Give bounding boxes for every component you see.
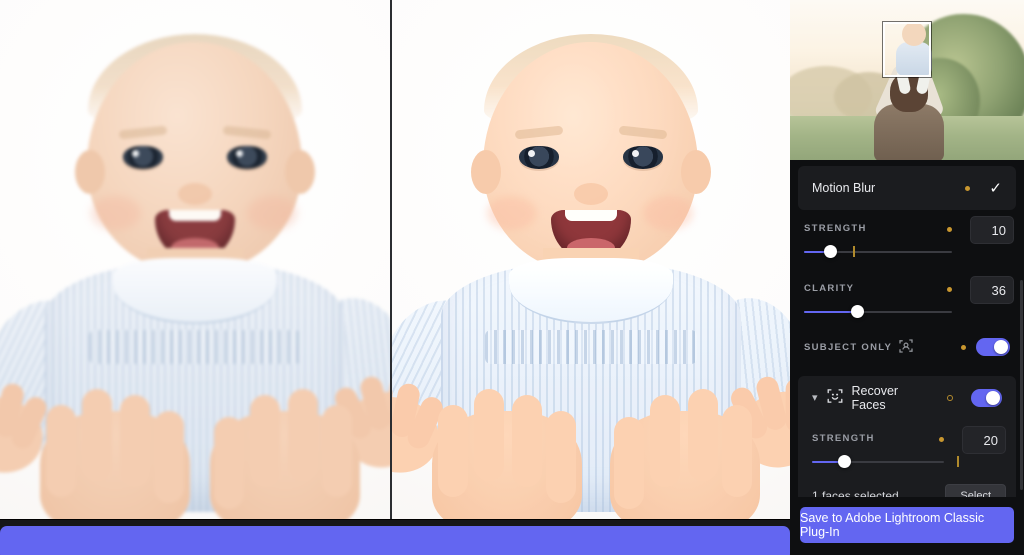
recover-faces-strength-label: STRENGTH (812, 432, 875, 444)
recover-faces-strength-value[interactable]: 20 (962, 426, 1006, 454)
motion-blur-clarity-dot (947, 287, 952, 292)
recover-faces-strength-slider[interactable] (812, 455, 1002, 469)
adult-hand-right (209, 389, 360, 519)
panel-scroll-area: Motion Blur ✓ STRENGTH 10 CLARITY 36 SUB… (790, 160, 1024, 497)
app-window: Preview Updated (0, 0, 1024, 555)
motion-blur-clarity-knob[interactable] (850, 305, 864, 318)
motion-blur-strength-value[interactable]: 10 (970, 216, 1014, 244)
subject-only-toggle[interactable] (976, 338, 1010, 356)
motion-blur-clarity-value[interactable]: 36 (970, 276, 1014, 304)
image-pane-after[interactable] (391, 0, 790, 519)
chevron-down-icon[interactable]: ▾ (812, 392, 818, 404)
motion-blur-clarity-row: CLARITY 36 (790, 270, 1024, 330)
bottom-toolbar: Preview Updated (0, 519, 790, 555)
subject-only-label: SUBJECT ONLY (804, 341, 893, 353)
recover-faces-header[interactable]: ▾ Recover Faces (798, 376, 1016, 420)
image-viewer[interactable]: Preview Updated (0, 0, 790, 555)
photo-before (0, 0, 390, 519)
motion-blur-strength-knob[interactable] (824, 245, 838, 258)
motion-blur-strength-row: STRENGTH 10 (790, 210, 1024, 270)
recover-faces-strength-tick (957, 456, 960, 467)
motion-blur-strength-dot (947, 227, 952, 232)
photo-after (391, 0, 790, 519)
motion-blur-status-dot (965, 185, 971, 191)
baby-smocking (88, 330, 301, 364)
recover-faces-strength-dot (939, 437, 944, 442)
motion-blur-strength-label: STRENGTH (804, 222, 867, 234)
faces-selected-row: 1 faces selected Select (798, 480, 1016, 497)
motion-blur-controls: STRENGTH 10 CLARITY 36 SUBJECT ONLY (790, 210, 1024, 370)
recover-faces-dot (946, 395, 953, 401)
navigator-viewport-rect[interactable] (883, 22, 931, 77)
save-to-lightroom-button[interactable]: Save to Adobe Lightroom Classic Plug-In (800, 507, 1014, 543)
recover-faces-strength-knob[interactable] (838, 455, 852, 468)
progress-bar-fill (0, 526, 790, 555)
motion-blur-strength-tick (852, 246, 855, 257)
recover-faces-card[interactable]: ▾ Recover Faces STRENGTH 20 1 faces sele… (798, 376, 1016, 497)
baby-eye-left (122, 146, 163, 169)
subject-select-icon[interactable] (899, 338, 913, 356)
motion-blur-strength-slider[interactable] (804, 245, 1010, 259)
baby-nose (177, 183, 212, 205)
baby-cheek-right (246, 196, 297, 230)
save-button-container: Save to Adobe Lightroom Classic Plug-In (790, 497, 1024, 555)
subject-only-dot (961, 344, 966, 350)
adult-hand-left (40, 389, 190, 519)
right-panel: Motion Blur ✓ STRENGTH 10 CLARITY 36 SUB… (790, 0, 1024, 555)
recover-faces-title: Recover Faces (851, 384, 899, 412)
progress-bar (0, 526, 790, 555)
navigator-thumbnail[interactable] (790, 0, 1024, 160)
motion-blur-clarity-slider[interactable] (804, 305, 1010, 319)
image-pane-before[interactable] (0, 0, 390, 519)
baby-ear-left (74, 150, 105, 194)
motion-blur-header[interactable]: Motion Blur ✓ (798, 166, 1016, 210)
recover-faces-strength-row: STRENGTH 20 (798, 420, 1016, 480)
motion-blur-clarity-label: CLARITY (804, 282, 855, 294)
baby-ear-right (284, 150, 315, 194)
select-faces-button[interactable]: Select (945, 484, 1006, 497)
motion-blur-card[interactable]: Motion Blur ✓ (798, 166, 1016, 210)
face-detect-icon (827, 388, 843, 409)
motion-blur-title: Motion Blur (812, 181, 876, 195)
check-icon[interactable]: ✓ (989, 181, 1002, 196)
faces-selected-label: 1 faces selected (812, 489, 899, 497)
subject-only-row: SUBJECT ONLY (790, 330, 1024, 370)
baby-eye-right (226, 146, 267, 169)
baby-cheek-left (90, 196, 141, 230)
recover-faces-toggle[interactable] (970, 389, 1002, 407)
